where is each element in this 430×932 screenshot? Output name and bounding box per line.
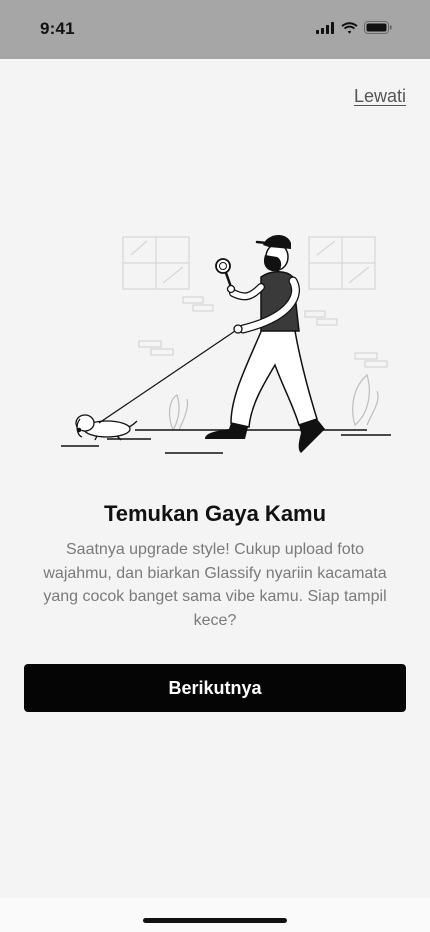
home-indicator[interactable]: [143, 918, 287, 923]
skip-link[interactable]: Lewati: [354, 86, 406, 107]
status-icons: [316, 21, 392, 39]
next-button[interactable]: Berikutnya: [24, 664, 406, 712]
wifi-icon: [341, 21, 358, 39]
person-walking-dog-illustration: [55, 225, 400, 460]
onboarding-screen: 9:41 Lewati Temukan Gaya Kamu Saatnya up…: [0, 0, 430, 932]
home-indicator-area: [0, 898, 430, 932]
page-title: Temukan Gaya Kamu: [103, 501, 327, 526]
battery-icon: [364, 21, 392, 39]
status-bar: 9:41: [0, 0, 430, 59]
status-time: 9:41: [40, 19, 75, 38]
cellular-signal-icon: [316, 21, 335, 39]
onboarding-description: Saatnya upgrade style! Cukup upload foto…: [43, 541, 387, 629]
